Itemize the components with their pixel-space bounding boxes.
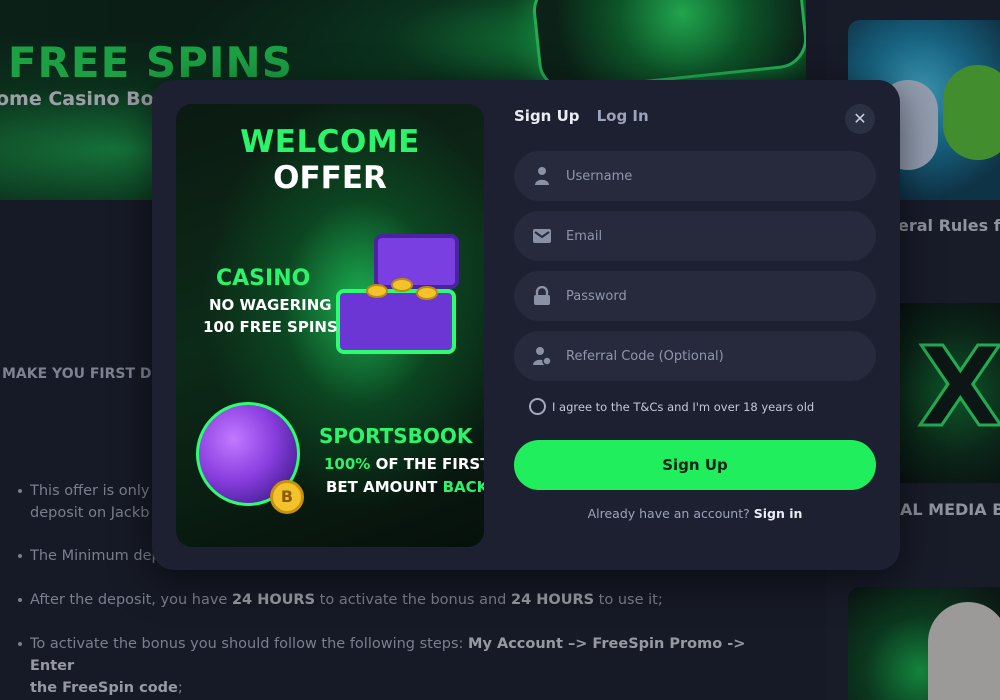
- username-input[interactable]: [566, 168, 866, 184]
- referral-code-input[interactable]: [566, 348, 866, 364]
- promo-no-wagering: NO WAGERING: [209, 296, 332, 314]
- close-icon: ✕: [853, 109, 867, 128]
- tab-sign-up[interactable]: Sign Up: [514, 107, 580, 125]
- password-field[interactable]: [514, 271, 876, 321]
- close-button[interactable]: ✕: [845, 104, 875, 134]
- referral-code-field[interactable]: [514, 331, 876, 381]
- promo-casino: CASINO: [216, 266, 311, 291]
- email-input[interactable]: [566, 228, 866, 244]
- terms-label: I agree to the T&Cs and I'm over 18 year…: [552, 399, 815, 414]
- promo-sportsbook: SPORTSBOOK: [319, 424, 473, 448]
- tab-log-in[interactable]: Log In: [597, 107, 649, 125]
- lock-icon: [532, 286, 552, 306]
- promo-bet-line-2: BET AMOUNT BACK: [326, 478, 484, 496]
- signup-modal: WELCOME OFFER CASINO NO WAGERING 100 FRE…: [152, 80, 900, 570]
- promo-bet-line-1: 100% OF THE FIRST: [324, 455, 484, 473]
- promo-offer: OFFER: [273, 160, 387, 196]
- terms-agreement: I agree to the T&Cs and I'm over 18 year…: [529, 398, 814, 415]
- coin-icon: B: [270, 480, 304, 514]
- promo-free-spins: 100 FREE SPINS: [203, 318, 338, 336]
- auth-tabs: Sign Up Log In: [514, 106, 661, 125]
- email-field[interactable]: [514, 211, 876, 261]
- user-plus-icon: [532, 346, 552, 366]
- promo-welcome: WELCOME: [240, 124, 420, 160]
- treasure-chest-image: [336, 234, 466, 354]
- welcome-offer-banner: WELCOME OFFER CASINO NO WAGERING 100 FRE…: [176, 104, 484, 547]
- already-have-account: Already have an account? Sign in: [587, 506, 803, 521]
- terms-checkbox[interactable]: [529, 398, 546, 415]
- sign-in-link[interactable]: Sign in: [754, 506, 803, 521]
- mail-icon: [532, 226, 552, 246]
- sign-up-button[interactable]: Sign Up: [514, 440, 876, 490]
- username-field[interactable]: [514, 151, 876, 201]
- password-input[interactable]: [566, 288, 866, 304]
- user-icon: [532, 166, 552, 186]
